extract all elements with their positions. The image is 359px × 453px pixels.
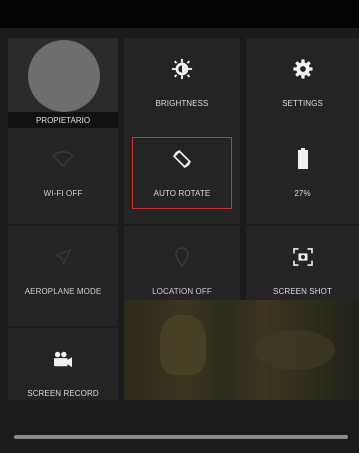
wifi-tile[interactable]: WI-FI OFF bbox=[8, 128, 118, 224]
location-label: LOCATION OFF bbox=[152, 287, 212, 296]
settings-tile[interactable]: SETTINGS bbox=[246, 38, 359, 128]
brightness-label: BRIGHTNESS bbox=[155, 99, 209, 108]
aeroplane-tile[interactable]: AEROPLANE MODE bbox=[8, 226, 118, 326]
video-camera-icon bbox=[8, 346, 118, 372]
status-bar bbox=[0, 0, 359, 28]
battery-icon bbox=[246, 146, 359, 172]
brightness-tile[interactable]: BRIGHTNESS bbox=[124, 38, 240, 128]
drag-handle[interactable] bbox=[14, 435, 348, 439]
screen-record-label: SCREEN RECORD bbox=[27, 389, 99, 398]
settings-label: SETTINGS bbox=[282, 99, 323, 108]
location-off-icon bbox=[124, 244, 240, 270]
bottom-strip bbox=[0, 400, 359, 453]
battery-tile[interactable]: 27% bbox=[246, 128, 359, 224]
wallpaper-detail bbox=[160, 315, 206, 375]
airplane-icon bbox=[8, 244, 118, 270]
user-name: PROPIETARIO bbox=[35, 115, 91, 125]
wifi-label: WI-FI OFF bbox=[43, 189, 83, 198]
gear-icon bbox=[246, 56, 359, 82]
brightness-icon bbox=[124, 56, 240, 82]
user-tile[interactable]: PROPIETARIO bbox=[8, 38, 118, 128]
wallpaper-detail bbox=[255, 330, 335, 370]
screenshot-label: SCREEN SHOT bbox=[273, 287, 332, 296]
avatar bbox=[28, 40, 100, 112]
aeroplane-label: AEROPLANE MODE bbox=[24, 287, 102, 296]
battery-label: 27% bbox=[294, 189, 311, 198]
user-name-strip: PROPIETARIO bbox=[8, 112, 118, 128]
screenshot-icon bbox=[246, 244, 359, 270]
wifi-off-icon bbox=[8, 146, 118, 172]
selection-highlight bbox=[132, 137, 232, 209]
